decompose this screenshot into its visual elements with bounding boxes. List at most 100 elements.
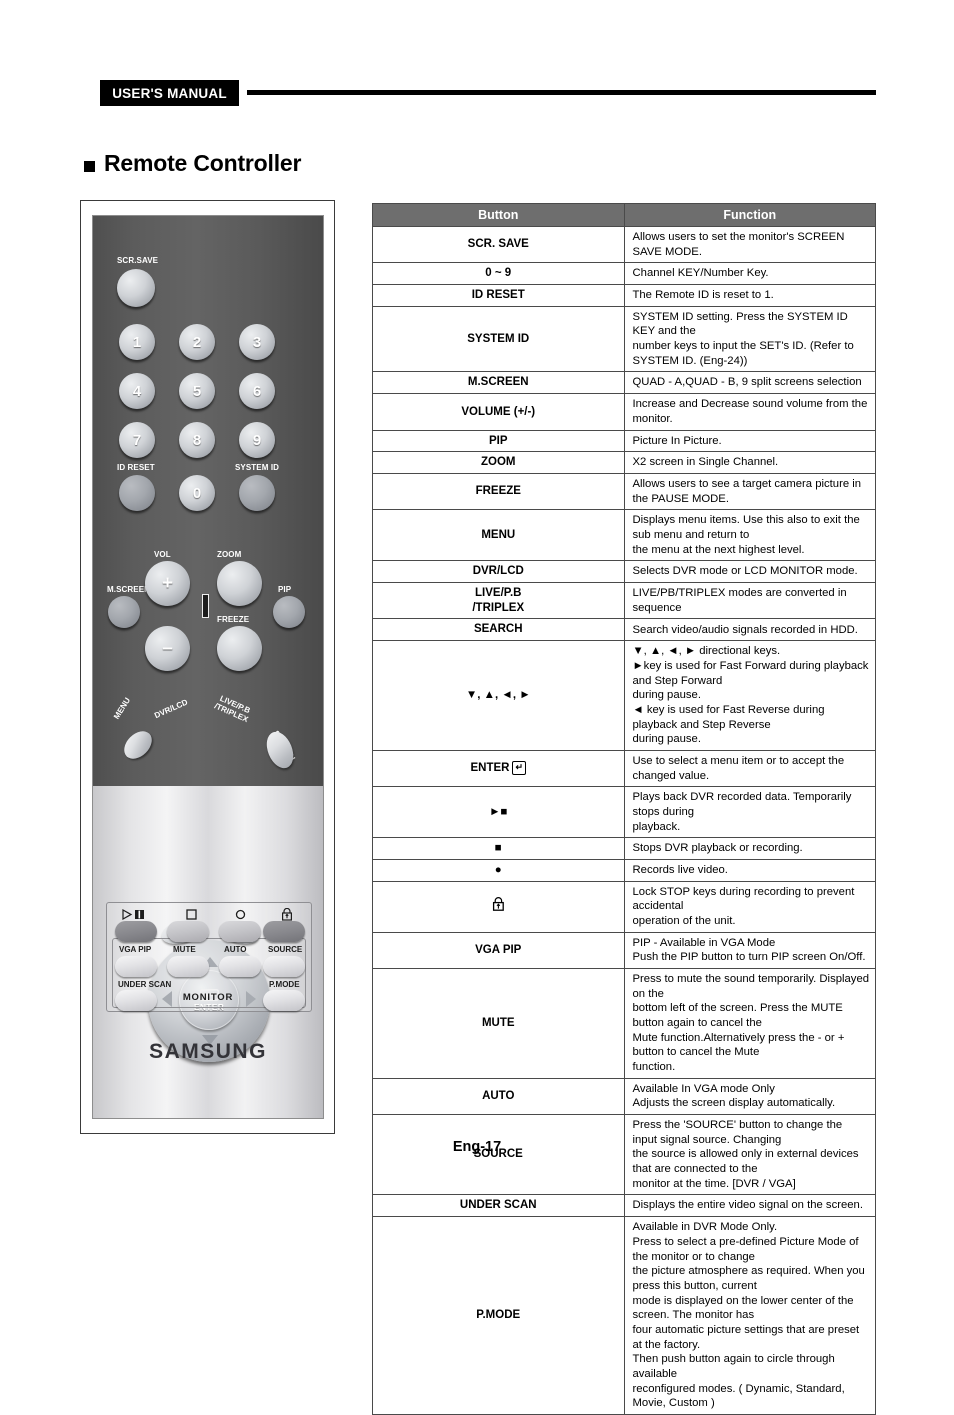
table-cell-function: Use to select a menu item or to accept t… xyxy=(623,749,876,788)
remote-label-p-mode: P.MODE xyxy=(269,980,300,989)
table-cell-button: VOLUME (+/-) xyxy=(372,393,625,431)
remote-button-volume-up[interactable]: + xyxy=(145,561,190,606)
table-cell-button: P.MODE xyxy=(372,1216,625,1415)
remote-button-vga-pip[interactable] xyxy=(115,956,157,977)
remote-button-stop[interactable] xyxy=(167,921,209,942)
table-row: SYSTEM ID SYSTEM ID setting. Press the SY… xyxy=(372,305,876,373)
table-cell-function: The Remote ID is reset to 1. xyxy=(623,284,876,307)
remote-label-vol: VOL xyxy=(154,550,171,559)
table-row: Lock STOP keys during recording to preve… xyxy=(372,880,876,933)
table-row: M.SCREEN QUAD - A,QUAD - B, 9 split scree… xyxy=(372,371,876,395)
remote-button-0[interactable]: 0 xyxy=(179,475,215,511)
remote-button-pip[interactable] xyxy=(273,596,305,628)
table-cell-function: Available In VGA mode Only Adjusts the s… xyxy=(623,1077,876,1116)
header-divider-rule xyxy=(247,90,876,95)
table-row: P.MODE Available in DVR Mode Only. Press … xyxy=(372,1216,876,1415)
table-row: ENTER ↵ Use to select a menu item or to ac… xyxy=(372,749,876,788)
table-row: VGA PIP PIP - Available in VGA Mode Push … xyxy=(372,931,876,970)
remote-button-5[interactable]: 5 xyxy=(179,373,215,409)
table-cell-function: Lock STOP keys during recording to preve… xyxy=(623,880,876,933)
page-number: Eng-17 xyxy=(452,1139,502,1155)
remote-label-scr-save: SCR.SAVE xyxy=(117,256,159,265)
remote-label-pip: PIP xyxy=(278,585,292,594)
table-cell-button: ID RESET xyxy=(372,284,625,307)
column-header-function: Function xyxy=(623,203,876,227)
table-cell-button: SYSTEM ID xyxy=(372,305,625,373)
remote-button-4[interactable]: 4 xyxy=(119,373,155,409)
table-row: ID RESET The Remote ID is reset to 1. xyxy=(372,284,876,307)
table-cell-function: Press to mute the sound temporarily. Dis… xyxy=(623,968,876,1079)
table-cell-function: X2 screen in Single Channel. xyxy=(623,451,876,474)
table-cell-button: ▼, ▲, ◄, ► xyxy=(372,640,625,751)
table-cell-button: LIVE/P.B /TRIPLEX xyxy=(372,582,625,620)
table-row: ■ Stops DVR playback or recording. xyxy=(372,837,876,860)
remote-label-m-screen: M.SCREEN xyxy=(107,585,151,594)
remote-button-9[interactable]: 9 xyxy=(239,422,275,458)
header-banner: USER'S MANUAL xyxy=(100,80,876,106)
remote-button-id-reset[interactable] xyxy=(119,475,155,511)
remote-button-system-id[interactable] xyxy=(239,475,275,511)
lock-icon xyxy=(492,896,505,915)
table-cell-button: ● xyxy=(372,858,625,882)
table-cell-button: FREEZE xyxy=(372,472,625,511)
table-cell-function: ▼, ▲, ◄, ► directional keys. ►key is use… xyxy=(623,640,876,751)
remote-button-record[interactable] xyxy=(219,921,261,942)
table-cell-function: QUAD - A,QUAD - B, 9 split screens selec… xyxy=(623,371,876,395)
table-cell-button: ENTER ↵ xyxy=(372,749,625,788)
table-cell-function: SYSTEM ID setting. Press the SYSTEM ID K… xyxy=(623,305,876,373)
manual-tag: USER'S MANUAL xyxy=(100,80,239,106)
table-cell-function: Selects DVR mode or LCD MONITOR mode. xyxy=(623,560,876,584)
table-cell-function: Allows users to set the monitor's SCREEN… xyxy=(623,225,876,264)
table-row: ● Records live video. xyxy=(372,858,876,882)
remote-label-freeze: FREEZE xyxy=(217,615,250,624)
table-cell-function: Press the 'SOURCE' button to change the … xyxy=(623,1114,876,1196)
table-header-row: Button Function xyxy=(372,203,876,227)
stop-icon xyxy=(186,909,197,920)
table-row: LIVE/P.B /TRIPLEX LIVE/PB/TRIPLEX modes a… xyxy=(372,582,876,620)
table-row: 0 ~ 9 Channel KEY/Number Key. xyxy=(372,262,876,286)
remote-label-mute: MUTE xyxy=(173,945,196,954)
remote-button-3[interactable]: 3 xyxy=(239,324,275,360)
remote-label-under-scan: UNDER SCAN xyxy=(118,980,172,989)
remote-button-lock[interactable] xyxy=(263,921,305,942)
table-cell-function: Displays the entire video signal on the … xyxy=(623,1194,876,1218)
table-row: MUTE Press to mute the sound temporarily.… xyxy=(372,968,876,1079)
table-row: ►■ Plays back DVR recorded data. Temporar… xyxy=(372,786,876,839)
table-cell-button: MUTE xyxy=(372,968,625,1079)
remote-label-id-reset: ID RESET xyxy=(117,463,155,472)
table-cell-button: ZOOM xyxy=(372,451,625,474)
remote-button-m-screen[interactable] xyxy=(108,596,140,628)
table-row: FREEZE Allows users to see a target camer… xyxy=(372,472,876,511)
column-header-button: Button xyxy=(372,203,625,227)
table-cell-function: Records live video. xyxy=(623,858,876,882)
table-cell-button: DVR/LCD xyxy=(372,560,625,584)
remote-button-play-pause[interactable] xyxy=(115,921,157,942)
table-cell-function: Picture In Picture. xyxy=(623,429,876,453)
remote-button-freeze[interactable] xyxy=(217,626,262,671)
remote-button-scr-save[interactable] xyxy=(117,269,155,307)
remote-button-auto[interactable] xyxy=(219,956,261,977)
remote-button-mute[interactable] xyxy=(167,956,209,977)
remote-button-6[interactable]: 6 xyxy=(239,373,275,409)
table-row: ▼, ▲, ◄, ► ▼, ▲, ◄, ► directional keys. ►… xyxy=(372,640,876,751)
remote-label-auto: AUTO xyxy=(224,945,247,954)
lock-icon xyxy=(282,908,293,921)
table-cell-function: Channel KEY/Number Key. xyxy=(623,262,876,286)
table-row: SEARCH Search video/audio signals recorde… xyxy=(372,618,876,642)
remote-monitor-group-label: MONITOR xyxy=(182,992,234,1003)
remote-button-2[interactable]: 2 xyxy=(179,324,215,360)
enter-key-icon: ↵ xyxy=(512,761,527,776)
remote-button-volume-down[interactable]: – xyxy=(145,626,190,671)
table-cell-button: AUTO xyxy=(372,1077,625,1116)
table-row: DVR/LCD Selects DVR mode or LCD MONITOR m… xyxy=(372,560,876,584)
remote-label-system-id: SYSTEM ID xyxy=(235,463,280,472)
table-cell-function: Search video/audio signals recorded in H… xyxy=(623,618,876,642)
table-row: ZOOM X2 screen in Single Channel. xyxy=(372,451,876,474)
remote-button-1[interactable]: 1 xyxy=(119,324,155,360)
remote-button-zoom[interactable] xyxy=(217,561,262,606)
remote-button-source[interactable] xyxy=(263,956,305,977)
table-row: UNDER SCAN Displays the entire video sign… xyxy=(372,1194,876,1218)
remote-button-8[interactable]: 8 xyxy=(179,422,215,458)
button-function-table: Button Function SCR. SAVE Allows users to… xyxy=(372,203,876,1415)
remote-button-7[interactable]: 7 xyxy=(119,422,155,458)
